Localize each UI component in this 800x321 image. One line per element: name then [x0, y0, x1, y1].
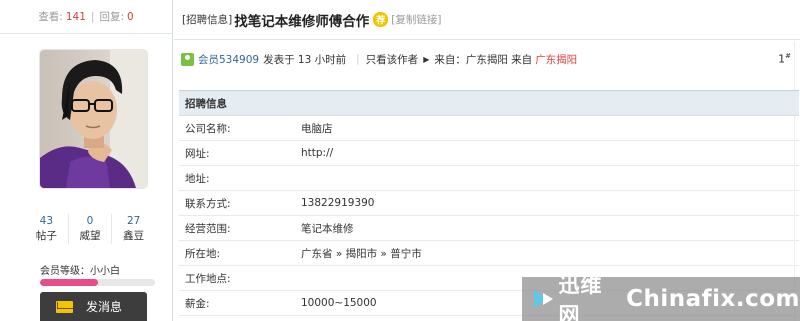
copy-link[interactable]: [复制链接]: [391, 12, 441, 27]
row-key: 公司名称:: [185, 122, 231, 135]
envelope-icon: [56, 300, 73, 313]
post-category[interactable]: [招聘信息]: [182, 12, 232, 27]
table-row: 所在地: 广东省 » 揭阳市 » 普宁市: [179, 241, 799, 266]
post-title: 找笔记本维修师傅合作: [234, 13, 370, 30]
views-label: 查看:: [38, 11, 63, 23]
replies-label: 回复:: [99, 11, 124, 23]
table-row: 公司名称: 电脑店: [179, 116, 799, 141]
stats-divider: |: [90, 10, 95, 23]
user-counts: 43 帖子 0 威望 27 鑫豆: [25, 214, 155, 244]
watermark-cn: 迅维网: [558, 273, 603, 321]
posts-count[interactable]: 43 帖子: [25, 214, 68, 244]
row-value: 广东省 » 揭阳市 » 普宁市: [301, 247, 422, 260]
from-value: 广东揭阳 来自: [465, 53, 533, 66]
row-key: 工作地点:: [185, 272, 231, 285]
table-row: 联系方式: 13822919390: [179, 191, 799, 216]
table-row: 经营范围: 笔记本维修: [179, 216, 799, 241]
post-time: 发表于 13 小时前: [263, 53, 347, 66]
from-location: 广东揭阳: [535, 53, 578, 66]
row-value[interactable]: http://: [301, 147, 799, 159]
from-label: 来自：: [434, 53, 466, 66]
row-value: 电脑店: [301, 122, 333, 135]
post-meta: 会员534909 发表于 13 小时前 | 只看该作者 ▶ 来自： 广东揭阳 来…: [181, 50, 800, 68]
author-link[interactable]: 会员534909: [198, 52, 259, 67]
posts-count-label: 帖子: [35, 230, 57, 242]
post-stats: 查看: 141 | 回复: 0: [0, 0, 172, 34]
post-title-row: [招聘信息] 找笔记本维修师傅合作 荐 [复制链接]: [174, 0, 800, 40]
coins-count-value: 27: [126, 215, 141, 227]
user-icon: [181, 52, 194, 66]
row-key: 经营范围:: [185, 222, 231, 235]
row-key: 薪金:: [185, 297, 210, 310]
only-author-link[interactable]: 只看该作者: [366, 52, 419, 67]
avatar-photo: [40, 50, 147, 188]
table-row: 网址: http://: [179, 141, 799, 166]
posts-count-value: 43: [39, 215, 54, 227]
member-level: 会员等级：小小白: [40, 266, 120, 277]
post-main: [招聘信息] 找笔记本维修师傅合作 荐 [复制链接] 会员534909 发表于 …: [174, 0, 800, 321]
table-row: 地址:: [179, 166, 799, 191]
send-message-label: 发消息: [86, 300, 123, 314]
prestige-count[interactable]: 0 威望: [67, 214, 112, 244]
prestige-count-label: 威望: [79, 230, 101, 242]
chinafix-logo-icon: [534, 287, 553, 311]
row-key: 地址:: [185, 172, 210, 185]
chinafix-watermark: 迅维网 Chinafix.com: [522, 273, 800, 321]
job-info-header: 招聘信息: [179, 90, 799, 116]
recommend-badge: 荐: [373, 12, 389, 27]
level-progress-fill: [40, 279, 98, 286]
author-sidebar: 查看: 141 | 回复: 0 43 帖子 0 威望 27 鑫豆 会员等级：小小…: [0, 0, 173, 321]
coins-count-label: 鑫豆: [123, 230, 145, 242]
row-key: 网址:: [185, 147, 210, 160]
row-value: 笔记本维修: [301, 222, 354, 235]
prestige-count-value: 0: [86, 215, 94, 227]
floor-number[interactable]: 1#: [778, 52, 791, 66]
avatar[interactable]: [40, 50, 147, 188]
row-value: 13822919390: [301, 197, 375, 209]
replies-count: 0: [127, 10, 134, 23]
watermark-en: Chinafix.com: [626, 286, 800, 312]
views-count: 141: [65, 10, 86, 23]
row-key: 所在地:: [185, 247, 221, 260]
floor-mark: #: [785, 52, 791, 60]
arrow-right-icon: ▶: [423, 54, 430, 64]
row-key: 联系方式:: [185, 197, 231, 210]
meta-divider: |: [356, 53, 360, 65]
coins-count[interactable]: 27 鑫豆: [111, 214, 155, 244]
send-message-button[interactable]: 发消息: [40, 292, 147, 321]
level-progress-bar: [40, 279, 155, 286]
